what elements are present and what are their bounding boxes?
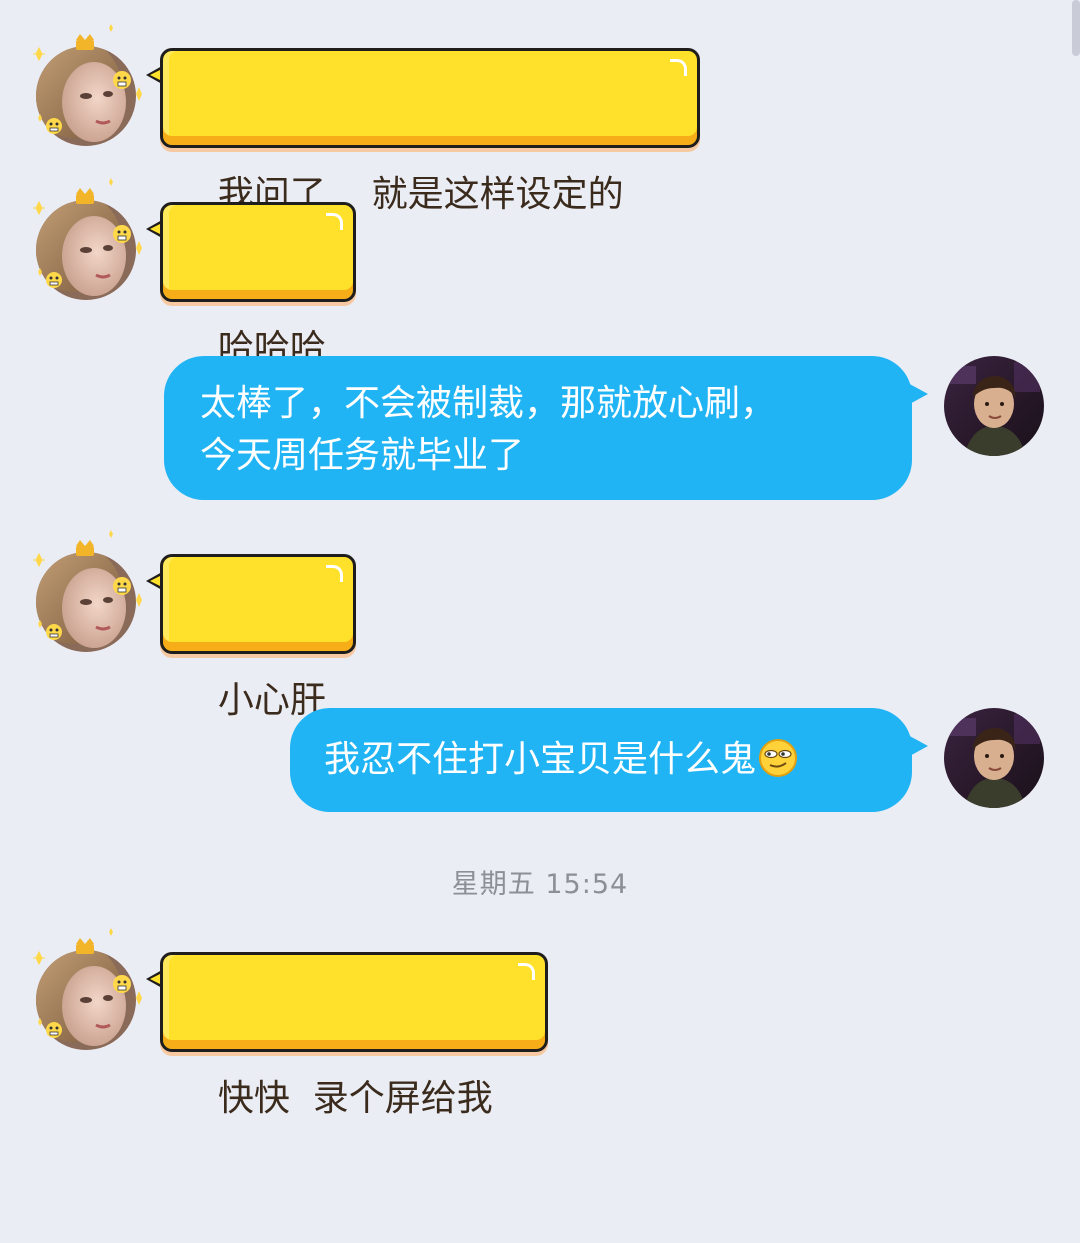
- avatar[interactable]: [36, 950, 136, 1050]
- smirk-emoji-icon: [759, 739, 798, 777]
- message-text: 我忍不住打小宝贝是什么鬼: [324, 739, 757, 780]
- message-bubble-incoming[interactable]: 小心肝: [160, 554, 356, 721]
- avatar[interactable]: [36, 200, 136, 300]
- scrollbar[interactable]: [1072, 0, 1080, 56]
- bubble-gloss: [518, 963, 535, 980]
- avatar[interactable]: [36, 46, 136, 146]
- woman-portrait-avatar-icon: [36, 950, 136, 1050]
- avatar[interactable]: [944, 708, 1044, 808]
- bubble-tail: [906, 734, 928, 758]
- message-text-line: 太棒了，不会被制裁，那就放心刷，: [200, 383, 777, 424]
- woman-portrait-avatar-icon: [36, 46, 136, 146]
- bubble-gloss: [326, 213, 343, 230]
- message-bubble-incoming[interactable]: 快快 录个屏给我: [160, 952, 548, 1119]
- bubble-tail: [906, 382, 928, 406]
- message-text-line: 今天周任务就毕业了: [200, 435, 525, 476]
- man-portrait-avatar-icon: [944, 356, 1044, 456]
- message-bubble-incoming[interactable]: 哈哈哈: [160, 202, 356, 369]
- avatar[interactable]: [944, 356, 1044, 456]
- message-bubble-outgoing[interactable]: 太棒了，不会被制裁，那就放心刷， 今天周任务就毕业了: [164, 356, 912, 500]
- bubble-gloss: [670, 59, 687, 76]
- avatar[interactable]: [36, 552, 136, 652]
- message-bubble-outgoing[interactable]: 我忍不住打小宝贝是什么鬼: [290, 708, 912, 812]
- man-portrait-avatar-icon: [944, 708, 1044, 808]
- bubble-gloss: [326, 565, 343, 582]
- message-text: 快快 录个屏给我: [217, 1078, 493, 1119]
- woman-portrait-avatar-icon: [36, 552, 136, 652]
- message-bubble-incoming[interactable]: 我问了 就是这样设定的: [160, 48, 700, 215]
- timestamp: 星期五 15:54: [451, 869, 629, 900]
- woman-portrait-avatar-icon: [36, 200, 136, 300]
